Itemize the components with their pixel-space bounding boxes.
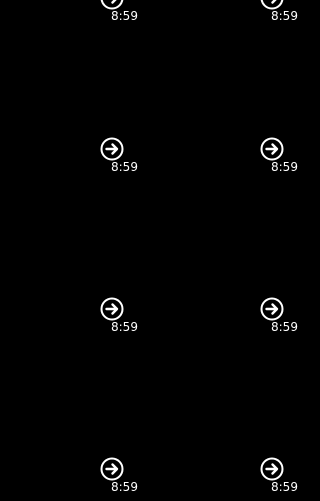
timestamp: 8:59 [271,320,298,334]
message-tile: 8:59 [100,0,160,30]
timestamp: 8:59 [111,160,138,174]
arrow-right-circle-icon[interactable] [100,457,124,481]
arrow-right-circle-icon[interactable] [260,297,284,321]
message-tile: 8:59 [100,297,160,341]
timestamp: 8:59 [111,320,138,334]
timestamp: 8:59 [271,160,298,174]
message-tile: 8:59 [260,297,320,341]
arrow-right-circle-icon[interactable] [100,137,124,161]
message-tile: 8:59 [260,457,320,501]
arrow-right-circle-icon[interactable] [100,297,124,321]
message-tile: 8:59 [260,137,320,181]
timestamp: 8:59 [111,9,138,23]
message-tile: 8:59 [100,457,160,501]
arrow-right-circle-icon[interactable] [260,457,284,481]
timestamp: 8:59 [271,9,298,23]
message-tile: 8:59 [260,0,320,30]
timestamp: 8:59 [111,480,138,494]
arrow-right-circle-icon[interactable] [260,137,284,161]
timestamp: 8:59 [271,480,298,494]
message-tile: 8:59 [100,137,160,181]
